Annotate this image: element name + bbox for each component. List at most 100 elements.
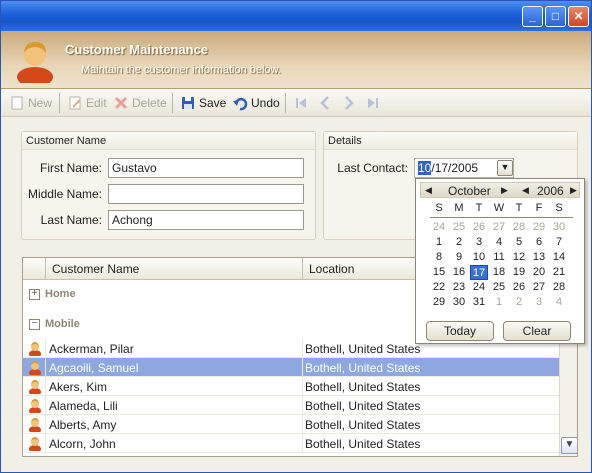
calendar-day[interactable]: 20 [530, 265, 548, 280]
calendar-day[interactable]: 16 [450, 265, 468, 280]
cell-location: Bothell, United States [305, 418, 421, 432]
date-dropdown-button[interactable]: ▼ [497, 160, 513, 176]
prev-year-icon[interactable]: ◀ [522, 185, 529, 196]
middle-name-field[interactable] [108, 184, 304, 204]
close-button[interactable]: ✕ [568, 6, 589, 27]
middle-name-label: Middle Name: [27, 187, 102, 201]
calendar-day[interactable]: 31 [470, 295, 488, 310]
cell-customer-name: Alcorn, John [49, 437, 116, 451]
calendar-day[interactable]: 14 [550, 250, 568, 265]
save-button[interactable]: Save [180, 93, 226, 113]
calendar-day[interactable]: 11 [490, 250, 508, 265]
scroll-down-button[interactable]: ▼ [561, 437, 577, 454]
first-record-icon[interactable] [293, 95, 309, 111]
calendar-day[interactable]: 28 [510, 220, 528, 235]
calendar-day[interactable]: 5 [510, 235, 528, 250]
calendar-day[interactable]: 23 [450, 280, 468, 295]
calendar-day[interactable]: 25 [490, 280, 508, 295]
last-record-icon[interactable] [365, 95, 381, 111]
next-year-icon[interactable]: ▶ [570, 185, 577, 196]
last-contact-date-rest: /17/2005 [431, 161, 479, 175]
new-button[interactable]: New [9, 93, 52, 113]
calendar-day[interactable]: 4 [490, 235, 508, 250]
calendar-day[interactable]: 30 [550, 220, 568, 235]
calendar-day[interactable]: 29 [530, 220, 548, 235]
cell-divider [45, 434, 46, 453]
first-name-field[interactable]: Gustavo [108, 158, 304, 178]
calendar-day[interactable]: 10 [470, 250, 488, 265]
title-bar[interactable]: _ □ ✕ [1, 1, 591, 31]
clear-button[interactable]: Clear [503, 321, 571, 341]
cell-customer-name: Agcaoili, Samuel [49, 361, 139, 375]
person-icon [29, 418, 41, 432]
calendar-day[interactable]: 21 [550, 265, 568, 280]
calendar-day[interactable]: 27 [530, 280, 548, 295]
calendar-day[interactable]: 29 [430, 295, 448, 310]
minimize-button[interactable]: _ [522, 6, 543, 27]
calendar-day[interactable]: 26 [510, 280, 528, 295]
person-icon [29, 380, 41, 394]
calendar-day[interactable]: 30 [450, 295, 468, 310]
edit-icon [69, 96, 81, 110]
cell-location: Bothell, United States [305, 437, 421, 451]
calendar-day[interactable]: 1 [430, 235, 448, 250]
table-row[interactable]: Alcorn, John Bothell, United States [23, 434, 559, 453]
person-icon [29, 437, 41, 451]
calendar-day[interactable]: 15 [430, 265, 448, 280]
calendar-day[interactable]: 6 [530, 235, 548, 250]
close-icon: ✕ [573, 9, 584, 23]
day-of-week-label: W [493, 202, 505, 214]
calendar-year[interactable]: 2006 [537, 184, 564, 198]
calendar-day[interactable]: 18 [490, 265, 508, 280]
calendar-day[interactable]: 8 [430, 250, 448, 265]
calendar-month[interactable]: October [448, 184, 491, 198]
customer-avatar-icon [17, 42, 53, 83]
cell-customer-name: Alberts, Amy [49, 418, 117, 432]
last-contact-month: 10 [418, 161, 432, 175]
calendar-day[interactable]: 3 [530, 295, 548, 310]
calendar-day[interactable]: 13 [530, 250, 548, 265]
today-button[interactable]: Today [426, 321, 494, 341]
calendar-day[interactable]: 2 [510, 295, 528, 310]
calendar-day[interactable]: 2 [450, 235, 468, 250]
calendar-day[interactable]: 1 [490, 295, 508, 310]
next-month-icon[interactable]: ▶ [501, 185, 508, 196]
next-record-icon[interactable] [341, 95, 357, 111]
maximize-button[interactable]: □ [545, 6, 566, 27]
toolbar: New Edit Delete Save Undo [1, 89, 591, 117]
table-row[interactable]: Alberts, Amy Bothell, United States [23, 415, 559, 434]
previous-record-icon[interactable] [317, 95, 333, 111]
last-contact-label: Last Contact: [337, 161, 408, 175]
calendar-day[interactable]: 4 [550, 295, 568, 310]
calendar-day[interactable]: 26 [470, 220, 488, 235]
last-name-field[interactable]: Achong [108, 210, 304, 230]
save-icon [182, 97, 194, 109]
delete-button[interactable]: Delete [113, 93, 167, 113]
calendar-day[interactable]: 24 [430, 220, 448, 235]
column-header-customer-name[interactable]: Customer Name [46, 258, 303, 280]
calendar-day[interactable]: 27 [490, 220, 508, 235]
undo-button[interactable]: Undo [232, 93, 280, 113]
maximize-icon: □ [551, 9, 560, 23]
calendar-divider [430, 217, 573, 218]
calendar-day[interactable]: 9 [450, 250, 468, 265]
calendar-day[interactable]: 3 [470, 235, 488, 250]
calendar-day[interactable]: 28 [550, 280, 568, 295]
calendar-day[interactable]: 12 [510, 250, 528, 265]
calendar-day[interactable]: 22 [430, 280, 448, 295]
calendar-day[interactable]: 19 [510, 265, 528, 280]
edit-button[interactable]: Edit [67, 93, 107, 113]
prev-month-icon[interactable]: ◀ [425, 185, 432, 196]
table-row[interactable]: Agcaoili, Samuel Bothell, United States [23, 358, 559, 377]
expand-icon[interactable]: + [29, 289, 40, 300]
calendar-day[interactable]: 25 [450, 220, 468, 235]
calendar-day[interactable]: 24 [470, 280, 488, 295]
collapse-icon[interactable]: − [29, 319, 40, 330]
table-row[interactable]: Akers, Kim Bothell, United States [23, 377, 559, 396]
calendar-day[interactable]: 17 [470, 265, 488, 280]
calendar-day[interactable]: 7 [550, 235, 568, 250]
day-of-week-label: S [555, 202, 563, 214]
cell-location: Bothell, United States [305, 342, 421, 356]
table-row[interactable]: Alameda, Lili Bothell, United States [23, 396, 559, 415]
cell-location: Bothell, United States [305, 380, 421, 394]
